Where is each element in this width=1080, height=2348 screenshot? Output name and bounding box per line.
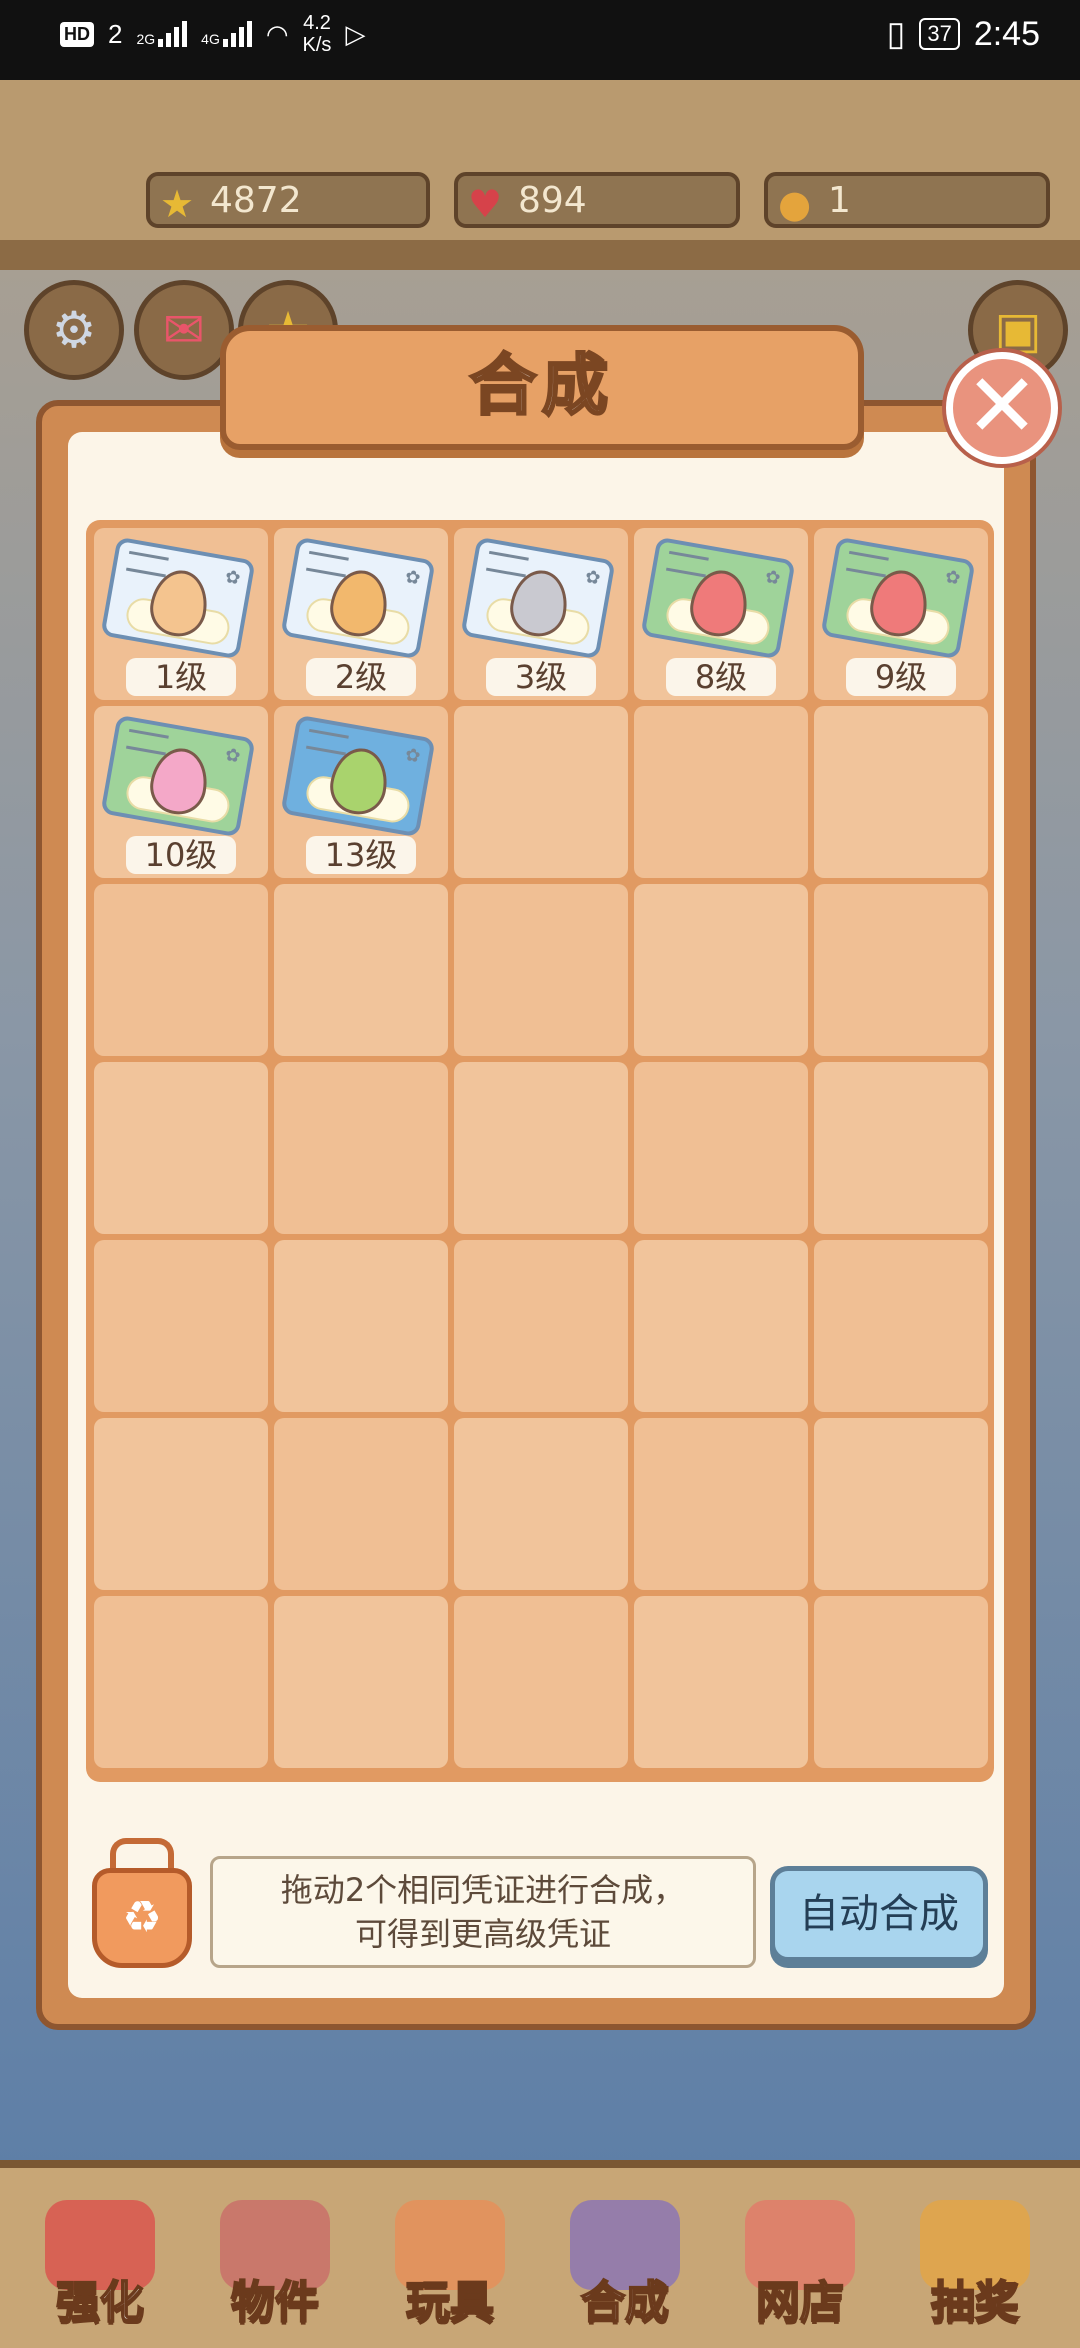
net-speed: 4.2 K/s (302, 12, 332, 56)
grid-slot[interactable] (814, 884, 988, 1056)
grid-slot[interactable] (274, 1596, 448, 1768)
sim-slot: 2 (108, 18, 123, 49)
egg-card-icon[interactable]: ✿ (820, 536, 976, 660)
heart-icon: ♥ (468, 182, 503, 226)
settings-gear-icon[interactable]: ⚙ (24, 280, 124, 380)
grid-slot[interactable]: ✿ 10级 (94, 706, 268, 878)
recycle-bin[interactable]: ♻ (92, 1838, 192, 1968)
auto-merge-button[interactable]: 自动合成 (770, 1866, 988, 1962)
hint-line-1: 拖动2个相同凭证进行合成， (280, 1871, 686, 1909)
wifi-icon: ◠ (265, 18, 289, 49)
grid-slot[interactable] (454, 884, 628, 1056)
nav-strengthen[interactable]: 强化 (25, 2200, 175, 2330)
grid-slot[interactable] (94, 1596, 268, 1768)
grid-slot[interactable] (94, 1062, 268, 1234)
play-icon: ▷ (345, 18, 366, 49)
egg-card-icon[interactable]: ✿ (640, 536, 796, 660)
grid-slot[interactable]: ✿ 9级 (814, 528, 988, 700)
grid-slot[interactable]: ✿ 2级 (274, 528, 448, 700)
grid-slot[interactable] (274, 1240, 448, 1412)
card-level-label: 10级 (126, 836, 236, 874)
status-bar: HD 2 2G 4G ◠ 4.2 K/s ▷ ▯ 37 2:45 (0, 0, 1080, 80)
mail-icon[interactable]: ✉ (134, 280, 234, 380)
signal-icon: 2G (136, 21, 188, 47)
close-x-icon: ✕ (965, 354, 1039, 457)
grid-slot[interactable] (814, 1062, 988, 1234)
card-level-label: 9级 (846, 658, 956, 696)
egg-card-icon[interactable]: ✿ (100, 714, 256, 838)
grid-slot[interactable] (454, 1240, 628, 1412)
card-level-label: 1级 (126, 658, 236, 696)
grid-slot[interactable] (454, 706, 628, 878)
stars-counter: ★ 4872 (146, 172, 430, 228)
grid-slot[interactable] (94, 1418, 268, 1590)
egg-card-icon[interactable]: ✿ (460, 536, 616, 660)
nav-merge[interactable]: 合成 (550, 2200, 700, 2330)
battery-indicator: 37 (919, 18, 960, 50)
grid-slot[interactable] (94, 884, 268, 1056)
grid-slot[interactable]: ✿ 8级 (634, 528, 808, 700)
card-level-label: 8级 (666, 658, 776, 696)
hint-line-2: 可得到更高级凭证 (354, 1915, 611, 1953)
card-level-label: 2级 (306, 658, 416, 696)
grid-slot[interactable] (634, 1418, 808, 1590)
nav-toys[interactable]: 玩具 (375, 2200, 525, 2330)
grid-slot[interactable] (274, 1418, 448, 1590)
egg-card-icon[interactable]: ✿ (280, 714, 436, 838)
grid-slot[interactable] (634, 706, 808, 878)
hd-indicator: HD (60, 21, 94, 47)
grid-slot[interactable]: ✿ 1级 (94, 528, 268, 700)
grid-slot[interactable] (454, 1418, 628, 1590)
close-button[interactable]: ✕ (946, 352, 1058, 464)
star-icon: ★ (160, 182, 195, 226)
vibrate-icon: ▯ (886, 15, 906, 53)
card-level-label: 3级 (486, 658, 596, 696)
merge-hint: 拖动2个相同凭证进行合成， 可得到更高级凭证 (210, 1856, 756, 1968)
grid-slot[interactable] (454, 1062, 628, 1234)
paw-coin-icon: ● (778, 182, 812, 226)
grid-slot[interactable] (274, 1062, 448, 1234)
card-level-label: 13级 (306, 836, 416, 874)
grid-slot[interactable] (814, 706, 988, 878)
hearts-counter: ♥ 894 (454, 172, 740, 228)
grid-slot[interactable]: ✿ 13级 (274, 706, 448, 878)
clock: 2:45 (973, 14, 1040, 53)
dialog-title-plate: 合成 (220, 325, 864, 450)
grid-slot[interactable] (94, 1240, 268, 1412)
egg-card-icon[interactable]: ✿ (100, 536, 256, 660)
nav-items[interactable]: 物件 (200, 2200, 350, 2330)
grid-slot[interactable] (814, 1596, 988, 1768)
grid-slot[interactable] (634, 1596, 808, 1768)
grid-slot[interactable] (634, 1062, 808, 1234)
merge-grid: ✿ 1级 ✿ 2级 ✿ 3级 ✿ 8级 ✿ 9级 ✿ 10级 ✿ 13级 (86, 520, 994, 1782)
grid-slot[interactable] (274, 884, 448, 1056)
egg-card-icon[interactable]: ✿ (280, 536, 436, 660)
recycle-icon: ♻ (92, 1868, 192, 1968)
grid-slot[interactable]: ✿ 3级 (454, 528, 628, 700)
grid-slot[interactable] (814, 1240, 988, 1412)
grid-slot[interactable] (634, 1240, 808, 1412)
grid-slot[interactable] (634, 884, 808, 1056)
grid-slot[interactable] (814, 1418, 988, 1590)
nav-shop[interactable]: 网店 (725, 2200, 875, 2330)
paws-counter: ● 1 (764, 172, 1050, 228)
dialog-title: 合成 (469, 346, 614, 426)
nav-lottery[interactable]: 抽奖 (900, 2200, 1050, 2330)
signal-icon-2: 4G (201, 21, 252, 47)
grid-slot[interactable] (454, 1596, 628, 1768)
